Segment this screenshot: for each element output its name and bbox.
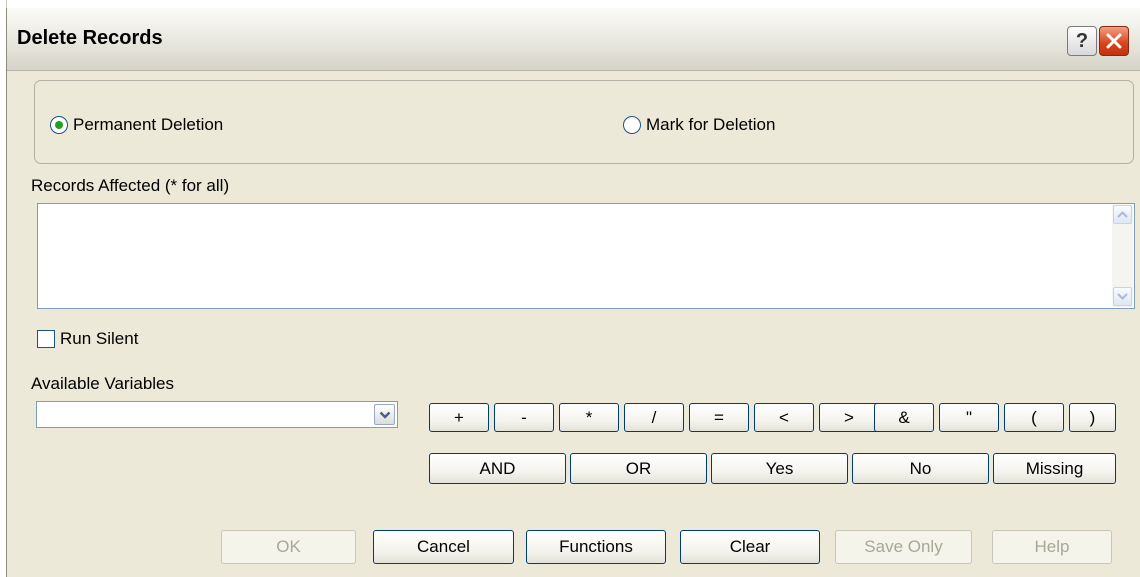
permanent-deletion-label: Permanent Deletion <box>73 115 224 134</box>
radio-selected-icon <box>50 116 68 134</box>
help-button[interactable]: Help <box>992 530 1112 564</box>
help-title-button[interactable]: ? <box>1067 26 1097 56</box>
operator-close-paren-button[interactable]: ) <box>1069 403 1116 432</box>
deletion-mode-group: Permanent Deletion Mark for Deletion <box>34 80 1134 164</box>
run-silent-label: Run Silent <box>60 329 139 348</box>
keyword-and-button[interactable]: AND <box>429 453 566 484</box>
operator-quote-button[interactable]: " <box>939 403 999 432</box>
window-title: Delete Records <box>17 27 163 49</box>
close-x-icon <box>1106 33 1122 49</box>
title-bar[interactable]: Delete Records ? <box>7 8 1140 71</box>
operator-ampersand-button[interactable]: & <box>874 403 934 432</box>
mark-for-deletion-radio[interactable]: Mark for Deletion <box>623 115 775 135</box>
operator-multiply-button[interactable]: * <box>559 403 619 432</box>
keyword-no-button[interactable]: No <box>852 453 989 484</box>
question-mark-icon: ? <box>1075 29 1089 52</box>
permanent-deletion-radio[interactable]: Permanent Deletion <box>50 115 223 135</box>
chevron-down-icon <box>1117 293 1128 300</box>
records-affected-input[interactable] <box>37 203 1135 309</box>
operator-divide-button[interactable]: / <box>624 403 684 432</box>
records-vertical-scrollbar[interactable] <box>1112 205 1133 307</box>
mark-for-deletion-label: Mark for Deletion <box>646 115 776 134</box>
radio-unselected-icon <box>623 116 641 134</box>
keyword-or-button[interactable]: OR <box>570 453 707 484</box>
ok-button[interactable]: OK <box>221 530 356 564</box>
records-affected-label: Records Affected (* for all) <box>31 176 230 195</box>
operator-greater-than-button[interactable]: > <box>819 403 879 432</box>
save-only-button[interactable]: Save Only <box>835 530 972 564</box>
close-button[interactable] <box>1099 26 1129 56</box>
variables-dropdown-button[interactable] <box>374 404 395 425</box>
keyword-yes-button[interactable]: Yes <box>711 453 848 484</box>
scroll-down-button[interactable] <box>1113 287 1132 306</box>
operator-plus-button[interactable]: + <box>429 403 489 432</box>
scroll-up-button[interactable] <box>1113 205 1132 224</box>
run-silent-checkbox[interactable] <box>37 330 55 348</box>
available-variables-select[interactable] <box>36 401 398 428</box>
available-variables-label: Available Variables <box>31 374 175 393</box>
delete-records-dialog: Delete Records ? Permanent Deletion Mark… <box>6 8 1140 577</box>
cancel-button[interactable]: Cancel <box>373 530 514 564</box>
functions-button[interactable]: Functions <box>526 530 666 564</box>
keyword-missing-button[interactable]: Missing <box>993 453 1116 484</box>
chevron-up-icon <box>1117 211 1128 218</box>
operator-less-than-button[interactable]: < <box>754 403 814 432</box>
chevron-down-icon <box>379 411 390 419</box>
operator-open-paren-button[interactable]: ( <box>1004 403 1064 432</box>
clear-button[interactable]: Clear <box>680 530 820 564</box>
operator-equals-button[interactable]: = <box>689 403 749 432</box>
operator-minus-button[interactable]: - <box>494 403 554 432</box>
